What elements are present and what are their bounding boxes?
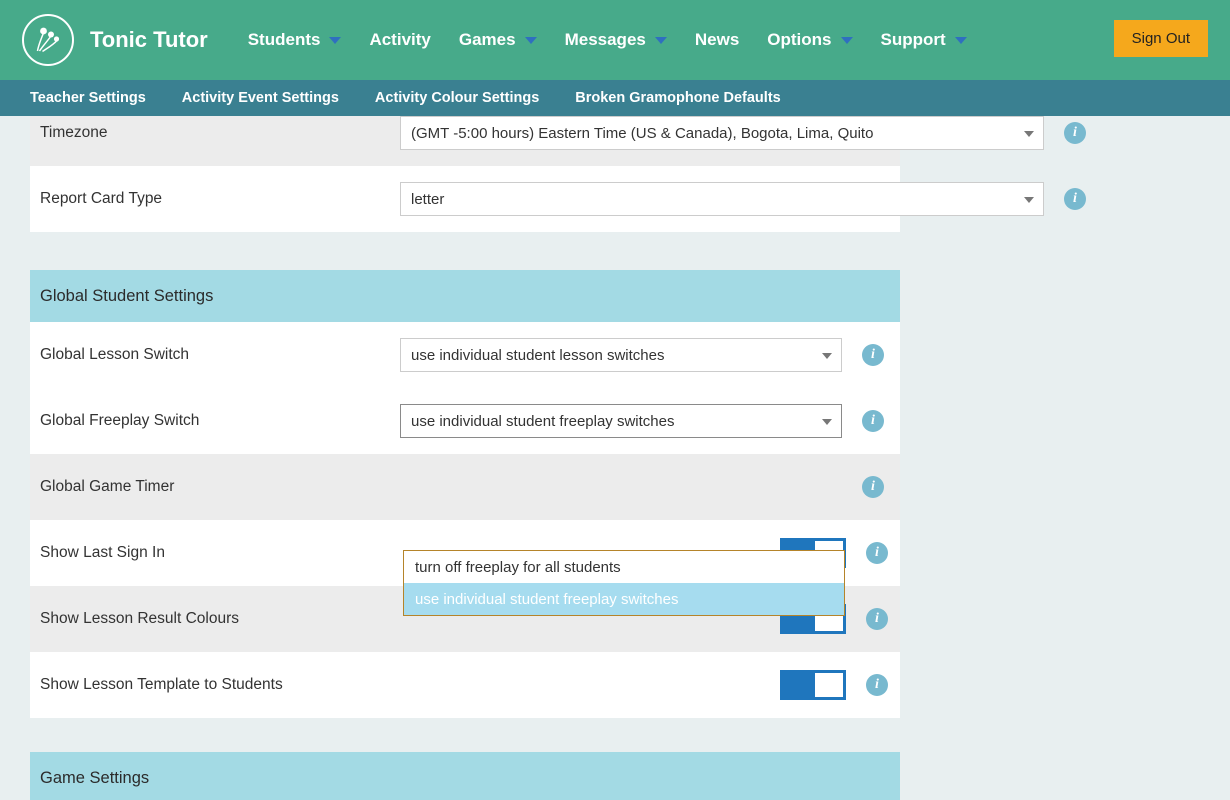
settings-subnav: Teacher Settings Activity Event Settings… — [0, 80, 1230, 116]
nav-item-games[interactable]: Games — [445, 0, 551, 80]
setting-control: letter i — [400, 182, 1086, 216]
setting-row-report-card-type: Report Card Type letter i — [30, 166, 900, 232]
chevron-down-icon — [822, 353, 832, 359]
section-header-game-settings: Game Settings — [30, 752, 900, 800]
nav-item-label: Games — [459, 0, 516, 80]
subnav-item-broken-gramophone-defaults[interactable]: Broken Gramophone Defaults — [575, 90, 780, 106]
info-icon[interactable]: i — [862, 344, 884, 366]
subnav-item-activity-event-settings[interactable]: Activity Event Settings — [182, 90, 339, 106]
setting-label: Global Freeplay Switch — [40, 412, 400, 430]
settings-content: Timezone (GMT -5:00 hours) Eastern Time … — [0, 116, 1230, 800]
setting-control: (GMT -5:00 hours) Eastern Time (US & Can… — [400, 116, 1086, 150]
setting-row-show-lesson-template-to-students: Show Lesson Template to Students i — [30, 652, 900, 718]
setting-row-global-game-timer: Global Game Timer i — [30, 454, 900, 520]
teacher-settings-panel: Timezone (GMT -5:00 hours) Eastern Time … — [30, 116, 900, 232]
nav-item-label: Activity — [369, 0, 430, 80]
sign-out-button[interactable]: Sign Out — [1114, 20, 1208, 57]
setting-label: Global Game Timer — [40, 478, 400, 496]
setting-label: Show Lesson Template to Students — [40, 676, 400, 694]
nav-item-news[interactable]: News — [681, 0, 753, 80]
show-lesson-template-to-students-toggle[interactable] — [780, 670, 846, 700]
chevron-down-icon — [655, 37, 667, 44]
info-icon[interactable]: i — [866, 674, 888, 696]
nav-item-support[interactable]: Support — [867, 0, 981, 80]
timezone-select-value: (GMT -5:00 hours) Eastern Time (US & Can… — [411, 125, 873, 142]
chevron-down-icon — [955, 37, 967, 44]
setting-control: i — [780, 670, 900, 700]
tonic-tutor-logo-icon[interactable] — [22, 14, 74, 66]
brand-title: Tonic Tutor — [90, 27, 208, 53]
setting-control: use individual student freeplay switches… — [400, 404, 884, 438]
global-lesson-switch-value: use individual student lesson switches — [411, 347, 664, 364]
toggle-knob — [815, 673, 843, 697]
nav-item-options[interactable]: Options — [753, 0, 866, 80]
setting-control: i — [400, 470, 884, 504]
info-icon[interactable]: i — [1064, 188, 1086, 210]
subnav-item-teacher-settings[interactable]: Teacher Settings — [30, 90, 146, 106]
global-freeplay-switch-select[interactable]: use individual student freeplay switches — [400, 404, 842, 438]
setting-row-timezone: Timezone (GMT -5:00 hours) Eastern Time … — [30, 116, 900, 166]
dropdown-option-selected[interactable]: use individual student freeplay switches — [404, 583, 844, 615]
game-settings-panel: Game Settings — [30, 752, 900, 800]
nav-item-label: News — [695, 0, 739, 80]
chevron-down-icon — [525, 37, 537, 44]
nav-item-label: Students — [248, 0, 321, 80]
chevron-down-icon — [329, 37, 341, 44]
chevron-down-icon — [1024, 131, 1034, 137]
dropdown-option[interactable]: turn off freeplay for all students — [404, 551, 844, 583]
chevron-down-icon — [841, 37, 853, 44]
global-student-settings-panel: Global Student Settings Global Lesson Sw… — [30, 270, 900, 718]
chevron-down-icon — [822, 419, 832, 425]
report-card-type-select-value: letter — [411, 191, 444, 208]
setting-control: use individual student lesson switches i — [400, 338, 884, 372]
nav-item-messages[interactable]: Messages — [551, 0, 681, 80]
setting-row-global-lesson-switch: Global Lesson Switch use individual stud… — [30, 322, 900, 388]
info-icon[interactable]: i — [866, 608, 888, 630]
nav-item-label: Options — [767, 0, 831, 80]
nav-item-label: Messages — [565, 0, 646, 80]
info-icon[interactable]: i — [862, 476, 884, 498]
setting-label: Show Last Sign In — [40, 544, 400, 562]
timezone-select[interactable]: (GMT -5:00 hours) Eastern Time (US & Can… — [400, 116, 1044, 150]
subnav-item-activity-colour-settings[interactable]: Activity Colour Settings — [375, 90, 539, 106]
setting-label: Timezone — [40, 124, 400, 142]
setting-row-global-freeplay-switch: Global Freeplay Switch use individual st… — [30, 388, 900, 454]
main-navbar: Tonic Tutor Students Activity Games Mess… — [0, 0, 1230, 80]
global-game-timer-select-placeholder[interactable] — [400, 470, 842, 504]
nav-items: Students Activity Games Messages News Op… — [234, 0, 981, 80]
setting-label: Show Lesson Result Colours — [40, 610, 400, 628]
setting-label: Report Card Type — [40, 190, 400, 208]
info-icon[interactable]: i — [862, 410, 884, 432]
global-freeplay-switch-dropdown[interactable]: turn off freeplay for all students use i… — [403, 550, 845, 616]
nav-item-students[interactable]: Students — [234, 0, 356, 80]
info-icon[interactable]: i — [866, 542, 888, 564]
chevron-down-icon — [1024, 197, 1034, 203]
global-lesson-switch-select[interactable]: use individual student lesson switches — [400, 338, 842, 372]
section-header-global-student-settings: Global Student Settings — [30, 270, 900, 322]
nav-item-label: Support — [881, 0, 946, 80]
global-freeplay-switch-value: use individual student freeplay switches — [411, 413, 674, 430]
report-card-type-select[interactable]: letter — [400, 182, 1044, 216]
setting-label: Global Lesson Switch — [40, 346, 400, 364]
nav-item-activity[interactable]: Activity — [355, 0, 444, 80]
info-icon[interactable]: i — [1064, 122, 1086, 144]
